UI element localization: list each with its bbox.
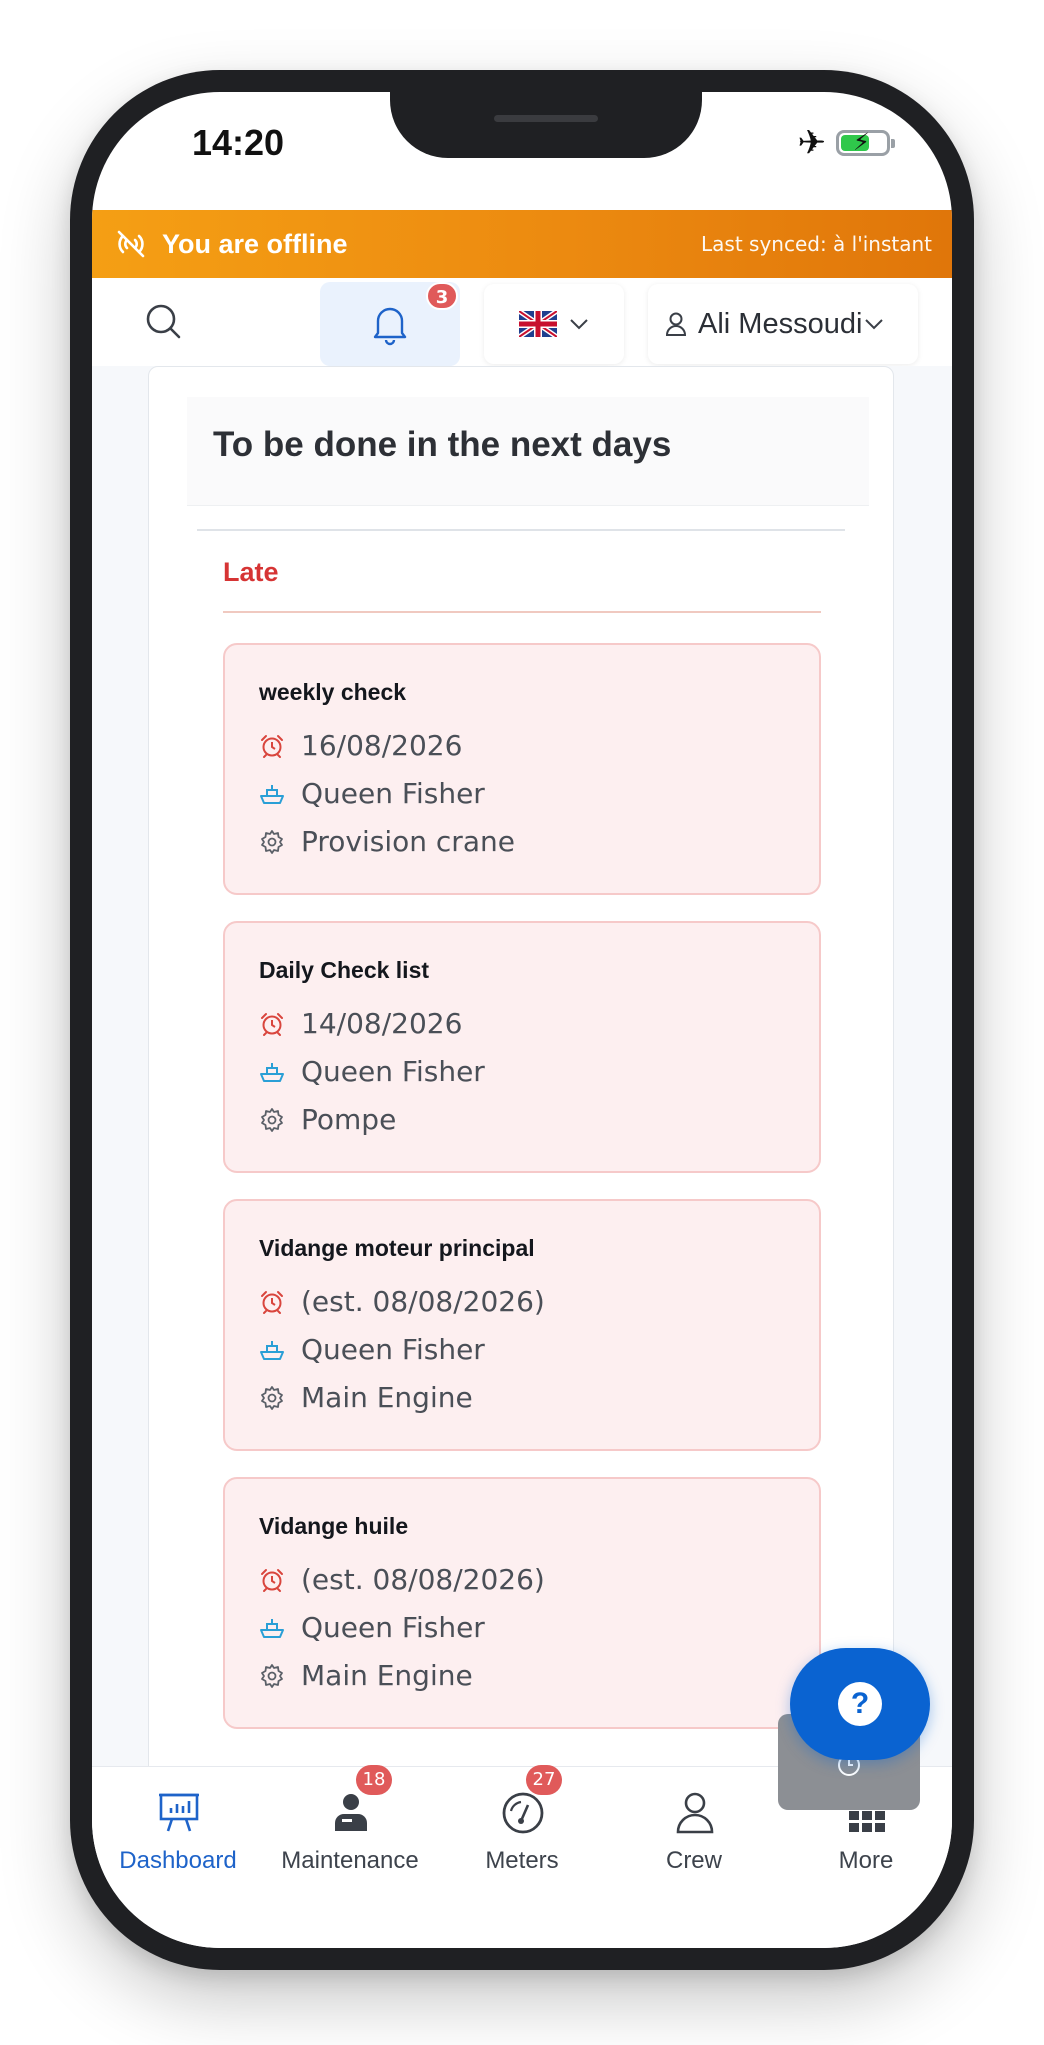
offline-banner: You are offline Last synced: à l'instant [92, 210, 952, 278]
task-vessel-text: Queen Fisher [301, 1333, 485, 1366]
person-icon [676, 1792, 714, 1834]
nav-label-more: More [838, 1847, 894, 1874]
card-title: To be done in the next days [213, 425, 672, 464]
nav-maintenance[interactable]: 18 Maintenance [264, 1765, 436, 1897]
airplane-mode-icon: ✈ [797, 123, 827, 163]
search-icon[interactable] [140, 298, 188, 346]
uk-flag-icon [519, 311, 557, 337]
task-due-date: (est. 08/08/2026) [259, 1563, 545, 1596]
user-menu[interactable]: Ali Messoudi [648, 284, 918, 364]
task-date-text: (est. 08/08/2026) [301, 1563, 545, 1596]
chevron-down-icon [865, 319, 884, 330]
task-equipment-text: Pompe [301, 1103, 397, 1136]
device-notch [390, 92, 702, 158]
task-equipment-text: Main Engine [301, 1381, 473, 1414]
task-date-text: 16/08/2026 [301, 729, 463, 762]
task-card[interactable]: weekly check 16/08/2026 Queen Fisher Provis… [223, 643, 821, 895]
nav-crew[interactable]: Crew [608, 1767, 780, 1897]
chevron-down-icon [570, 319, 588, 330]
user-icon [665, 312, 687, 336]
nav-label-maintenance: Maintenance [281, 1847, 419, 1874]
notifications-button[interactable]: 3 [320, 282, 460, 366]
gear-icon [261, 1385, 283, 1410]
app-screen: 14:20 ✈ ⚡ You are offline Last synced: à… [92, 92, 952, 1948]
presentation-chart-icon [159, 1793, 199, 1832]
late-section-title: Late [223, 557, 279, 587]
task-card[interactable]: Daily Check list 14/08/2026 Queen Fisher Po… [223, 921, 821, 1173]
task-due-date: 14/08/2026 [259, 1007, 462, 1040]
gear-icon [261, 1663, 283, 1688]
gear-icon [261, 1107, 283, 1132]
nav-label-meters: Meters [485, 1847, 559, 1874]
task-title: weekly check [259, 679, 407, 705]
task-due-date: 16/08/2026 [259, 729, 462, 762]
vessel-icon [260, 1062, 284, 1082]
gauge-icon [502, 1792, 544, 1834]
bell-icon [373, 307, 407, 346]
offline-signal-icon [117, 230, 145, 258]
main-content: To be done in the next days Late weekly … [92, 366, 952, 1786]
divider [197, 529, 845, 531]
alarm-clock-icon [261, 1568, 283, 1592]
task-equipment-text: Provision crane [301, 825, 515, 858]
alarm-clock-icon [261, 1012, 283, 1036]
card-header: To be done in the next days [187, 397, 869, 506]
help-button[interactable]: ? [790, 1648, 930, 1760]
alarm-clock-icon [261, 734, 283, 758]
last-synced-text: Last synced: à l'instant [701, 232, 932, 256]
top-toolbar: 3 Ali Messoudi [92, 278, 952, 367]
task-vessel: Queen Fisher [259, 1611, 485, 1644]
gear-icon [261, 829, 283, 854]
offline-message: You are offline [162, 228, 348, 259]
meters-badge: 27 [526, 1765, 562, 1795]
task-vessel-text: Queen Fisher [301, 777, 485, 810]
nav-label-crew: Crew [665, 1847, 722, 1874]
task-title: Vidange huile [259, 1513, 409, 1539]
task-equipment: Pompe [259, 1103, 396, 1136]
task-due-date: (est. 08/08/2026) [259, 1285, 545, 1318]
nav-meters[interactable]: 27 Meters [436, 1765, 608, 1897]
vessel-icon [260, 1340, 284, 1360]
language-selector[interactable] [484, 284, 624, 364]
upcoming-tasks-card: To be done in the next days Late weekly … [148, 366, 894, 1786]
status-time: 14:20 [192, 122, 285, 163]
battery-charging-icon: ⚡ [836, 129, 895, 156]
alarm-clock-icon [261, 1290, 283, 1314]
task-equipment: Main Engine [259, 1381, 473, 1414]
task-card[interactable]: Vidange huile (est. 08/08/2026) Queen Fish… [223, 1477, 821, 1729]
help-icon: ? [838, 1682, 882, 1726]
task-vessel: Queen Fisher [259, 1055, 485, 1088]
phone-frame: 14:20 ✈ ⚡ You are offline Last synced: à… [70, 70, 974, 1970]
task-equipment-text: Main Engine [301, 1659, 473, 1692]
task-vessel-text: Queen Fisher [301, 1055, 485, 1088]
task-equipment: Provision crane [259, 825, 515, 858]
task-vessel: Queen Fisher [259, 1333, 485, 1366]
task-title: Vidange moteur principal [259, 1235, 535, 1261]
notifications-badge: 3 [426, 282, 458, 310]
task-vessel-text: Queen Fisher [301, 1611, 485, 1644]
maintenance-badge: 18 [356, 1765, 392, 1795]
late-section-underline [223, 611, 821, 613]
task-date-text: 14/08/2026 [301, 1007, 463, 1040]
task-card[interactable]: Vidange moteur principal (est. 08/08/2026… [223, 1199, 821, 1451]
task-date-text: (est. 08/08/2026) [301, 1285, 545, 1318]
task-equipment: Main Engine [259, 1659, 473, 1692]
task-vessel: Queen Fisher [259, 777, 485, 810]
user-name: Ali Messoudi [698, 307, 863, 340]
vessel-icon [260, 784, 284, 804]
technician-icon [335, 1794, 367, 1831]
status-icons: ✈ ⚡ [797, 123, 895, 163]
vessel-icon [260, 1618, 284, 1638]
nav-label-dashboard: Dashboard [119, 1847, 237, 1874]
task-title: Daily Check list [259, 957, 430, 983]
nav-dashboard[interactable]: Dashboard [92, 1767, 264, 1897]
